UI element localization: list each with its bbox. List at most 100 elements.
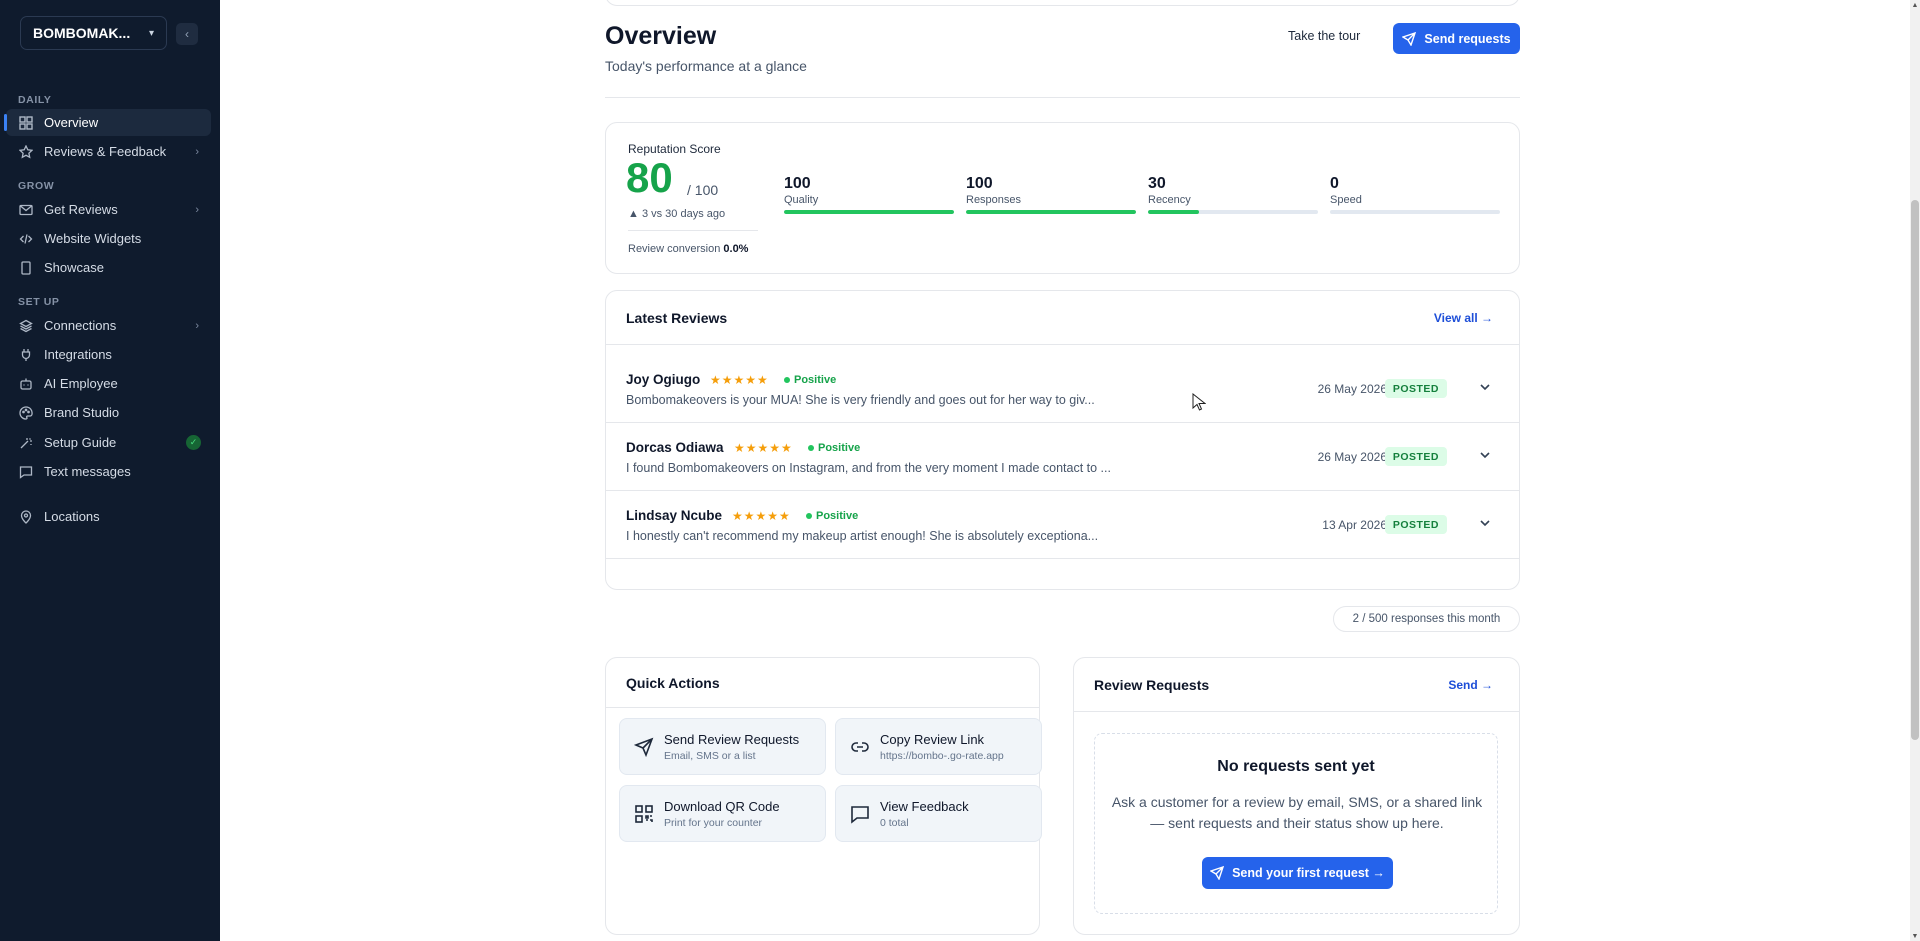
action-label: Send Review Requests [664, 732, 800, 747]
layers-icon [18, 318, 34, 334]
scrollbar-thumb[interactable] [1911, 200, 1919, 740]
workspace-name: BOMBOMAK... [33, 25, 131, 41]
reviewer-name: Joy Ogiugo [626, 372, 701, 387]
sidebar-item-label: AI Employee [44, 376, 118, 391]
collapse-sidebar-button[interactable]: ‹ [176, 23, 198, 45]
sidebar-item-ai-employee[interactable]: AI Employee [6, 370, 211, 397]
metric-bar-fill [966, 210, 1136, 214]
sidebar-item-get-reviews[interactable]: Get Reviews › [6, 196, 211, 223]
latest-reviews-header: Latest Reviews View all → [606, 291, 1519, 345]
reputation-delta: ▲ 3 vs 30 days ago [628, 208, 726, 220]
empty-state-description: Ask a customer for a review by email, SM… [1111, 794, 1483, 831]
sidebar-item-locations[interactable]: Locations [6, 503, 211, 530]
metric-label: Quality [784, 194, 819, 206]
review-excerpt: I honestly can't recommend my makeup art… [626, 529, 1099, 543]
reputation-max: / 100 [687, 182, 719, 198]
metric-bar-fill [784, 210, 954, 214]
sidebar-item-label: Showcase [44, 260, 104, 275]
chevron-right-icon: › [195, 145, 199, 158]
workspace-switcher[interactable]: BOMBOMAK... ▾ [20, 16, 167, 50]
send-icon [634, 737, 654, 757]
status-badge: POSTED [1384, 515, 1447, 534]
sidebar-item-label: Website Widgets [44, 231, 142, 246]
metric-bar [966, 210, 1136, 214]
review-row[interactable]: Dorcas Odiawa ★★★★★ Positive I found Bom… [606, 423, 1519, 491]
message-icon [18, 464, 34, 480]
chevron-right-icon: › [195, 319, 199, 332]
star-rating: ★★★★★ [734, 441, 793, 455]
tablet-icon [18, 260, 34, 276]
sidebar-item-integrations[interactable]: Integrations [6, 341, 211, 368]
quick-actions-card: Quick Actions Send Review Requests Email… [605, 657, 1042, 935]
review-requests-card: Review Requests Send → No requests sent … [1073, 657, 1520, 935]
sentiment-badge: Positive [808, 442, 860, 454]
reputation-score: 80 [626, 154, 673, 201]
metric-quality: 100 Quality [784, 175, 954, 214]
send-link[interactable]: Send → [1448, 678, 1493, 692]
metric-bar [784, 210, 954, 214]
quick-actions-title: Quick Actions [626, 675, 720, 691]
sidebar: BOMBOMAK... ▾ ‹ DAILY Overview Reviews &… [0, 0, 220, 941]
mail-icon [18, 202, 34, 218]
chevron-down-icon[interactable] [1477, 515, 1493, 531]
sidebar-item-label: Integrations [44, 347, 112, 362]
header-divider [605, 97, 1520, 98]
download-qr-code-action[interactable]: Download QR Code Print for your counter [619, 785, 826, 842]
check-icon: ✓ [186, 435, 201, 450]
send-icon [1210, 866, 1225, 880]
chevron-down-icon[interactable] [1477, 447, 1493, 463]
send-review-requests-action[interactable]: Send Review Requests Email, SMS or a lis… [619, 718, 826, 775]
copy-review-link-action[interactable]: Copy Review Link https://bombo-.go-rate.… [835, 718, 1042, 775]
send-requests-button[interactable]: Send requests [1393, 23, 1520, 54]
status-dot [806, 513, 812, 519]
view-feedback-action[interactable]: View Feedback 0 total [835, 785, 1042, 842]
sidebar-item-connections[interactable]: Connections › [6, 312, 211, 339]
page-subtitle: Today's performance at a glance [605, 58, 807, 74]
review-conversion: Review conversion 0.0% [628, 243, 748, 255]
action-sub: https://bombo-.go-rate.app [880, 750, 1004, 762]
star-rating: ★★★★★ [732, 509, 791, 523]
sidebar-item-label: Text messages [44, 464, 131, 479]
sidebar-item-label: Locations [44, 509, 100, 524]
chevron-down-icon[interactable] [1477, 379, 1493, 395]
sidebar-item-showcase[interactable]: Showcase [6, 254, 211, 281]
review-date: 13 Apr 2026 [1322, 518, 1387, 532]
metric-label: Speed [1330, 194, 1362, 206]
review-date: 26 May 2026 [1317, 450, 1387, 464]
status-dot [808, 445, 814, 451]
chevron-down-icon: ▾ [148, 27, 154, 39]
latest-reviews-card: Latest Reviews View all → Joy Ogiugo ★★★… [605, 290, 1520, 590]
sidebar-item-setup-guide[interactable]: Setup Guide ✓ [6, 429, 211, 456]
section-grow: GROW [18, 180, 55, 192]
star-rating: ★★★★★ [710, 373, 769, 387]
review-conversion-label: Review conversion [628, 243, 721, 255]
sidebar-item-text-messages[interactable]: Text messages [6, 458, 211, 485]
page-title: Overview [605, 22, 717, 50]
review-excerpt: Bombomakeovers is your MUA! She is very … [626, 393, 1095, 407]
latest-reviews-title: Latest Reviews [626, 310, 728, 326]
empty-state: No requests sent yet Ask a customer for … [1094, 733, 1498, 914]
status-dot [784, 377, 790, 383]
sidebar-item-brand-studio[interactable]: Brand Studio [6, 399, 211, 426]
send-first-request-button[interactable]: Send your first request → [1202, 857, 1393, 889]
action-label: Download QR Code [664, 799, 780, 814]
main-content: Overview Today's performance at a glance… [220, 0, 1910, 941]
sidebar-item-website-widgets[interactable]: Website Widgets [6, 225, 211, 252]
chevron-right-icon: › [195, 203, 199, 216]
review-row[interactable]: Lindsay Ncube ★★★★★ Positive I honestly … [606, 491, 1519, 559]
scroll-up-icon[interactable]: ▲ [1910, 0, 1920, 10]
action-sub: Email, SMS or a list [664, 750, 756, 762]
metric-responses: 100 Responses [966, 175, 1136, 214]
view-all-link[interactable]: View all → [1434, 311, 1493, 325]
reviewer-name: Dorcas Odiawa [626, 440, 724, 455]
sidebar-item-reviews-feedback[interactable]: Reviews & Feedback › [6, 138, 211, 165]
review-requests-title: Review Requests [1094, 677, 1210, 693]
sidebar-item-overview[interactable]: Overview [4, 109, 211, 136]
reputation-card: Reputation Score 80 / 100 ▲ 3 vs 30 days… [605, 122, 1520, 274]
review-row[interactable]: Joy Ogiugo ★★★★★ Positive Bombomakeovers… [606, 355, 1519, 423]
scroll-down-icon[interactable]: ▼ [1910, 931, 1920, 941]
empty-state-title: No requests sent yet [1217, 758, 1375, 775]
sentiment-label: Positive [794, 374, 837, 386]
take-tour-button[interactable]: Take the tour [1288, 29, 1360, 43]
previous-card-edge [605, 0, 1520, 6]
